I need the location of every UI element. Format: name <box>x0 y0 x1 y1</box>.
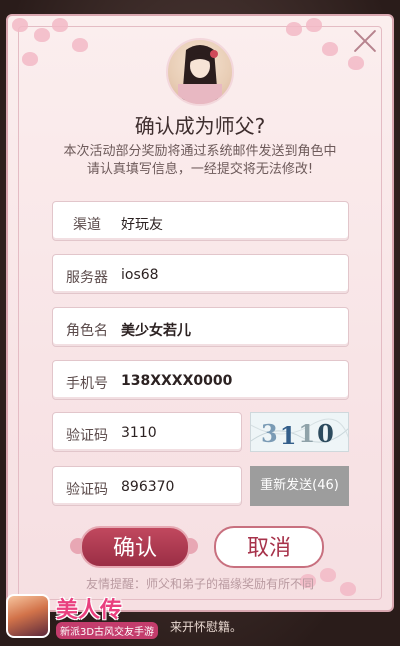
captcha-value: 3110 <box>121 425 157 441</box>
background-text: 来开怀慰籍。 <box>170 620 243 634</box>
notice-line-2: 请认真填写信息，一经提交将无法修改! <box>86 162 314 177</box>
channel-label: 渠道 <box>73 217 101 233</box>
channel-value: 好玩友 <box>121 217 163 233</box>
sms-code-value: 896370 <box>121 479 175 495</box>
game-ad-banner[interactable]: 美人传 新派3D古风交友手游 <box>0 590 170 646</box>
role-name-label: 角色名 <box>66 323 108 339</box>
sms-code-input[interactable]: 验证码 896370 <box>52 466 242 506</box>
phone-field[interactable]: 手机号 138XXXX0000 <box>52 360 349 400</box>
ad-title: 美人传 <box>56 597 123 623</box>
game-app-icon <box>6 594 50 638</box>
server-field[interactable]: 服务器 ios68 <box>52 254 349 294</box>
server-value: ios68 <box>121 267 159 283</box>
role-name-value: 美少女若儿 <box>121 323 191 339</box>
ad-subtitle: 新派3D古风交友手游 <box>56 622 159 639</box>
notice-line-1: 本次活动部分奖励将通过系统邮件发送到角色中 <box>63 144 337 159</box>
phone-label: 手机号 <box>66 376 108 392</box>
role-name-field[interactable]: 角色名 美少女若儿 <box>52 307 349 347</box>
resend-code-button[interactable]: 重新发送(46) <box>250 466 349 506</box>
captcha-input[interactable]: 验证码 3110 <box>52 412 242 452</box>
cancel-button[interactable]: 取消 <box>214 526 324 568</box>
captcha-image[interactable]: 3110 <box>250 412 349 452</box>
captcha-image-text: 3110 <box>261 419 336 450</box>
dialog-title: 确认成为师父? <box>134 114 266 138</box>
captcha-label: 验证码 <box>66 428 108 444</box>
avatar-portrait-icon <box>178 45 222 104</box>
close-icon[interactable] <box>350 26 380 56</box>
master-avatar <box>166 38 234 106</box>
sms-code-label: 验证码 <box>66 482 108 498</box>
channel-field[interactable]: 渠道 好玩友 <box>52 201 349 241</box>
confirm-button[interactable]: 确认 <box>80 526 190 568</box>
phone-value: 138XXXX0000 <box>121 373 233 389</box>
server-label: 服务器 <box>66 270 108 286</box>
